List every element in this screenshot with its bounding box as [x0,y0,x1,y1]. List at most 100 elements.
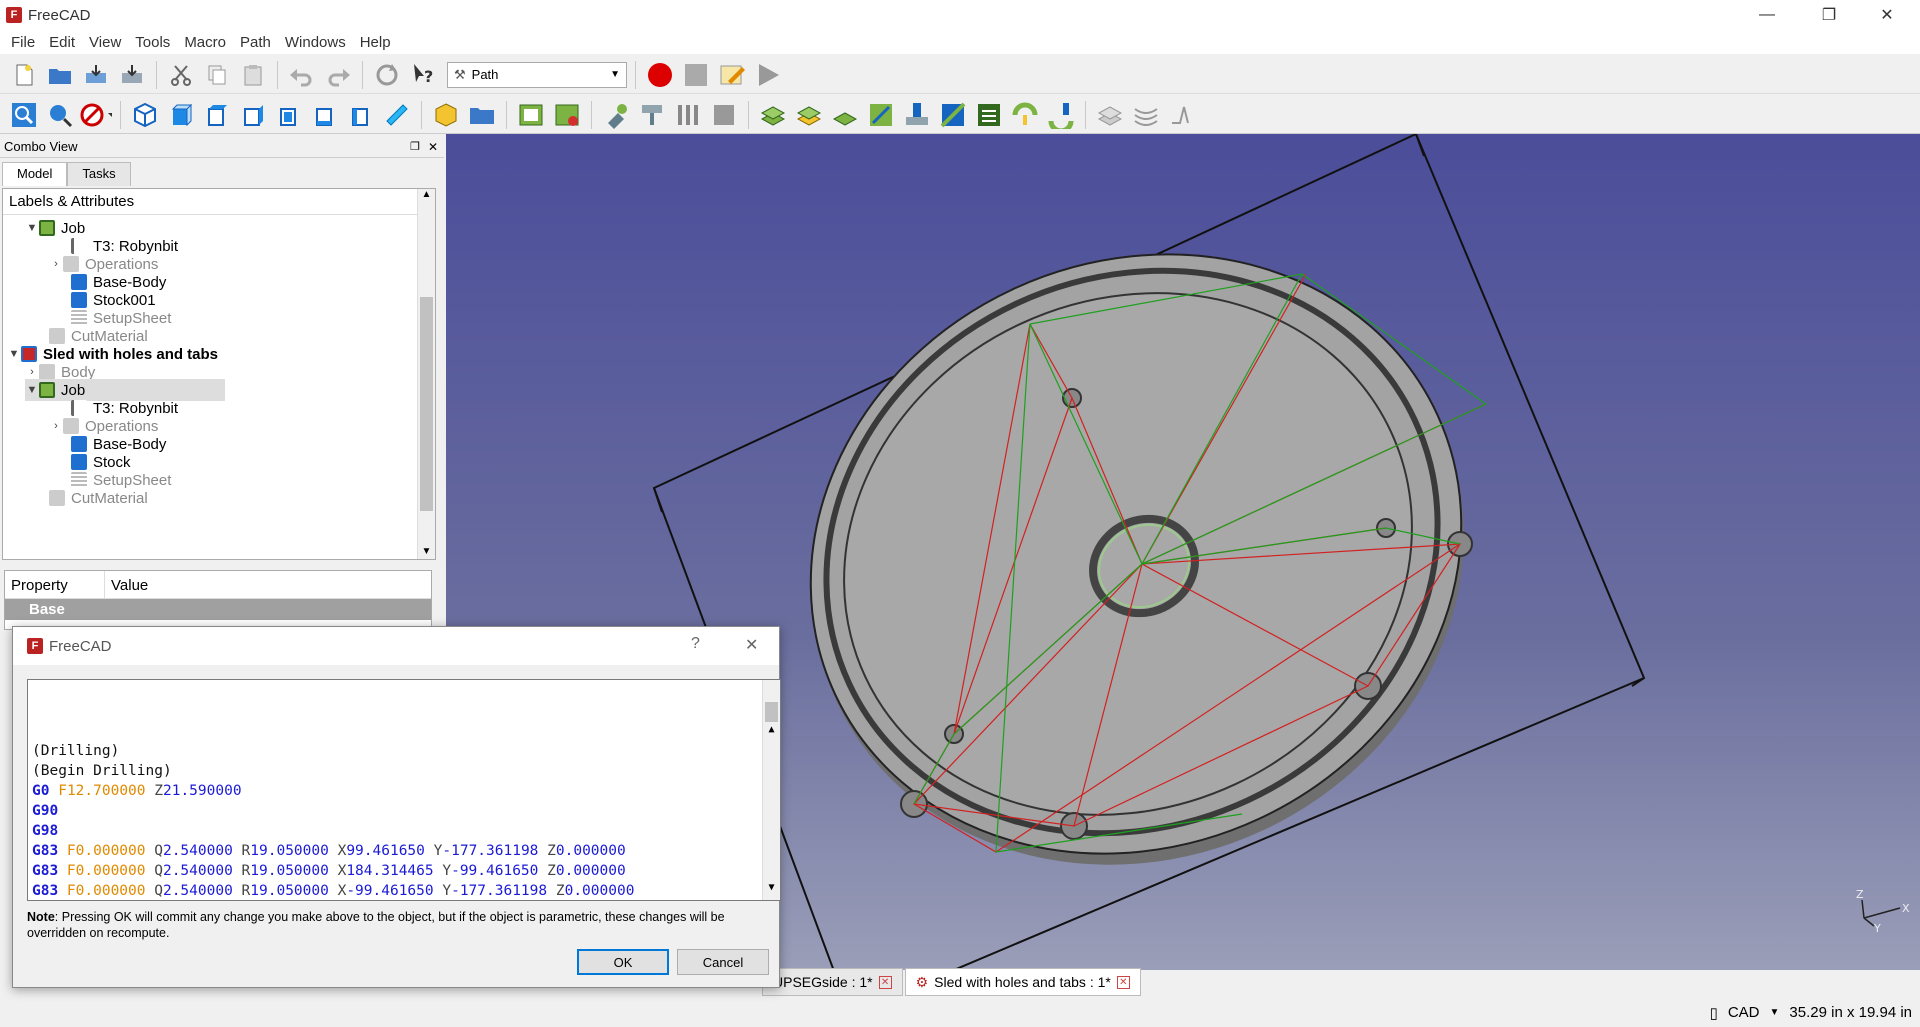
new-file-icon[interactable] [8,59,40,91]
simulate-icon[interactable] [1166,99,1198,131]
gcode-editor[interactable]: ▲ ▼ (Drilling) (Begin Drilling) G0 F12.700… [27,679,781,901]
minimize-button[interactable]: — [1744,0,1790,30]
close-tab-icon[interactable]: ✕ [1116,975,1130,989]
maximize-button[interactable]: ❐ [1806,0,1852,30]
gcode-line[interactable]: (Drilling) [32,741,776,761]
view-left-icon[interactable] [345,99,377,131]
menu-file[interactable]: File [4,34,42,51]
macro-run-icon[interactable] [752,59,784,91]
view-top-icon[interactable] [201,99,233,131]
undo-icon[interactable] [286,59,318,91]
gcode-line[interactable]: (Begin Drilling) [32,761,776,781]
measure-icon[interactable] [381,99,413,131]
dressup-icon[interactable] [1094,99,1126,131]
cancel-button[interactable]: Cancel [677,949,769,975]
refresh-icon[interactable] [371,59,403,91]
scroll-up-icon[interactable]: ▲ [763,720,780,740]
cut-icon[interactable] [165,59,197,91]
macro-record-icon[interactable] [644,59,676,91]
gcode-line[interactable]: G98 [32,821,776,841]
chevron-right-icon[interactable]: › [49,258,63,270]
macro-edit-icon[interactable] [716,59,748,91]
menu-view[interactable]: View [82,34,128,51]
scroll-thumb[interactable] [420,297,433,511]
view-bottom-icon[interactable] [309,99,341,131]
gcode-line[interactable]: G90 [32,801,776,821]
tab-tasks[interactable]: Tasks [67,162,131,186]
menu-help[interactable]: Help [353,34,398,51]
view-front-icon[interactable] [165,99,197,131]
tab-model[interactable]: Model [2,162,68,186]
post-process-icon[interactable] [551,99,583,131]
view-right-icon[interactable] [237,99,269,131]
menu-macro[interactable]: Macro [177,34,233,51]
slot-op-icon[interactable] [1009,99,1041,131]
job-icon[interactable] [515,99,547,131]
profile-op-icon[interactable] [757,99,789,131]
close-button[interactable]: ✕ [1864,0,1910,30]
property-column-header[interactable]: Property [5,571,105,598]
scroll-thumb[interactable] [765,702,778,722]
float-panel-icon[interactable]: ❐ [410,140,420,153]
doc-tab-upsegside[interactable]: UPSEGside : 1* ✕ [762,968,903,996]
adaptive-op-icon[interactable] [865,99,897,131]
tree-item-cutmaterial[interactable]: CutMaterial [49,487,148,509]
engrave-op-icon[interactable] [973,99,1005,131]
chevron-down-icon[interactable]: ▼ [1770,1007,1780,1018]
tree-scrollbar[interactable]: ▲ ▼ [417,189,435,559]
open-file-icon[interactable] [44,59,76,91]
inspect-icon[interactable] [708,99,740,131]
tool-controller-icon[interactable] [636,99,668,131]
fit-all-icon[interactable] [8,99,40,131]
toolbit-library-icon[interactable] [672,99,704,131]
navigation-style[interactable]: CAD [1728,1004,1760,1021]
menu-path[interactable]: Path [233,34,278,51]
help-button[interactable]: ? [691,635,700,653]
gcode-line[interactable]: G0 F12.700000 Z21.590000 [32,781,776,801]
macro-stop-icon[interactable] [680,59,712,91]
paste-icon[interactable] [237,59,269,91]
gcode-line[interactable]: G83 F0.000000 Q2.540000 R19.050000 X-99.… [32,881,776,900]
gcode-line[interactable]: G83 F0.000000 Q2.540000 R19.050000 X184.… [32,861,776,881]
menu-tools[interactable]: Tools [128,34,177,51]
close-panel-icon[interactable]: ✕ [428,140,438,154]
ok-button[interactable]: OK [577,949,669,975]
menu-edit[interactable]: Edit [42,34,82,51]
pocket-op-icon[interactable] [793,99,825,131]
chevron-right-icon[interactable]: › [49,420,63,432]
toolbit-icon[interactable] [600,99,632,131]
redo-icon[interactable] [322,59,354,91]
workbench-selector[interactable]: ⚒ Path ▼ [447,61,627,88]
draw-style-icon[interactable] [80,99,112,131]
chevron-right-icon[interactable]: › [25,366,39,378]
scroll-up-icon[interactable]: ▲ [418,189,435,200]
editor-scrollbar[interactable]: ▲ ▼ [762,680,780,900]
gcode-token: G83 [32,863,67,879]
helix-op-icon[interactable] [937,99,969,131]
array-icon[interactable] [1130,99,1162,131]
view-isometric-icon[interactable] [129,99,161,131]
dialog-close-button[interactable]: ✕ [745,635,758,655]
scroll-down-icon[interactable]: ▼ [418,546,435,557]
chevron-down-icon[interactable]: ▼ [25,222,39,234]
close-tab-icon[interactable]: ✕ [878,975,892,989]
drilling-op-icon[interactable] [901,99,933,131]
chevron-down-icon[interactable]: ▼ [25,384,39,396]
value-column-header[interactable]: Value [105,571,154,598]
chevron-down-icon[interactable]: ▼ [7,348,21,360]
save-icon[interactable] [80,59,112,91]
gcode-line[interactable]: G83 F0.000000 Q2.540000 R19.050000 X99.4… [32,841,776,861]
create-group-icon[interactable] [466,99,498,131]
face-op-icon[interactable] [829,99,861,131]
create-part-icon[interactable] [430,99,462,131]
whats-this-icon[interactable]: ? [407,59,439,91]
property-group-base[interactable]: Base [5,599,431,620]
menu-windows[interactable]: Windows [278,34,353,51]
doc-tab-sled[interactable]: ⚙ Sled with holes and tabs : 1* ✕ [904,968,1141,996]
scroll-down-icon[interactable]: ▼ [763,878,780,898]
fit-selection-icon[interactable] [44,99,76,131]
deburr-op-icon[interactable] [1045,99,1077,131]
copy-icon[interactable] [201,59,233,91]
view-rear-icon[interactable] [273,99,305,131]
save-as-icon[interactable] [116,59,148,91]
